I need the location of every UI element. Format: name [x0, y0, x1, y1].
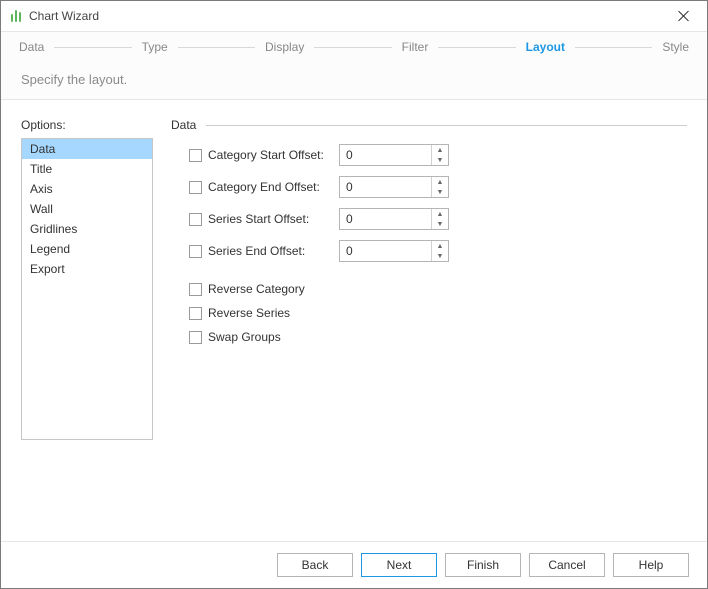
checkbox-label: Swap Groups: [208, 330, 281, 344]
checkbox-label: Series Start Offset:: [208, 212, 309, 226]
options-item-wall[interactable]: Wall: [22, 199, 152, 219]
cancel-button[interactable]: Cancel: [529, 553, 605, 577]
spinner-down-icon[interactable]: ▼: [432, 219, 448, 229]
checkbox-label: Reverse Category: [208, 282, 305, 296]
close-button[interactable]: [669, 4, 699, 28]
spinner-down-icon[interactable]: ▼: [432, 251, 448, 261]
step-connector: [575, 47, 652, 48]
spinner-down-icon[interactable]: ▼: [432, 155, 448, 165]
step-style[interactable]: Style: [662, 40, 689, 54]
step-filter[interactable]: Filter: [402, 40, 429, 54]
step-connector: [54, 47, 131, 48]
wizard-subtitle: Specify the layout.: [1, 62, 707, 100]
spinner-up-icon[interactable]: ▲: [432, 145, 448, 155]
checkbox-icon: [189, 213, 202, 226]
step-display[interactable]: Display: [265, 40, 304, 54]
spinner-arrows: ▲ ▼: [431, 241, 448, 261]
spinner-series-end-offset[interactable]: 0 ▲ ▼: [339, 240, 449, 262]
spinner-up-icon[interactable]: ▲: [432, 177, 448, 187]
spinner-value[interactable]: 0: [340, 241, 431, 261]
options-item-axis[interactable]: Axis: [22, 179, 152, 199]
step-type[interactable]: Type: [142, 40, 168, 54]
row-category-start-offset: Category Start Offset: 0 ▲ ▼: [189, 144, 687, 166]
checkbox-icon: [189, 307, 202, 320]
checkbox-icon: [189, 245, 202, 258]
checkbox-reverse-series[interactable]: Reverse Series: [189, 306, 339, 320]
checkbox-category-end-offset[interactable]: Category End Offset:: [189, 180, 339, 194]
spinner-value[interactable]: 0: [340, 145, 431, 165]
spinner-category-start-offset[interactable]: 0 ▲ ▼: [339, 144, 449, 166]
group-title: Data: [171, 118, 196, 132]
wizard-footer: Back Next Finish Cancel Help: [1, 541, 707, 588]
spinner-arrows: ▲ ▼: [431, 177, 448, 197]
step-connector: [178, 47, 255, 48]
close-icon: [678, 10, 690, 22]
spinner-category-end-offset[interactable]: 0 ▲ ▼: [339, 176, 449, 198]
finish-button[interactable]: Finish: [445, 553, 521, 577]
spinner-arrows: ▲ ▼: [431, 209, 448, 229]
spinner-series-start-offset[interactable]: 0 ▲ ▼: [339, 208, 449, 230]
app-icon: [11, 10, 21, 22]
options-item-title[interactable]: Title: [22, 159, 152, 179]
spinner-value[interactable]: 0: [340, 209, 431, 229]
step-layout[interactable]: Layout: [526, 40, 565, 54]
options-item-gridlines[interactable]: Gridlines: [22, 219, 152, 239]
group-header: Data: [171, 118, 687, 132]
checkbox-label: Reverse Series: [208, 306, 290, 320]
back-button[interactable]: Back: [277, 553, 353, 577]
titlebar: Chart Wizard: [1, 1, 707, 32]
options-list[interactable]: Data Title Axis Wall Gridlines Legend Ex…: [21, 138, 153, 440]
checkbox-icon: [189, 283, 202, 296]
spinner-arrows: ▲ ▼: [431, 145, 448, 165]
options-column: Options: Data Title Axis Wall Gridlines …: [21, 118, 153, 541]
checkbox-label: Category End Offset:: [208, 180, 320, 194]
row-category-end-offset: Category End Offset: 0 ▲ ▼: [189, 176, 687, 198]
help-button[interactable]: Help: [613, 553, 689, 577]
spinner-down-icon[interactable]: ▼: [432, 187, 448, 197]
checkbox-reverse-category[interactable]: Reverse Category: [189, 282, 339, 296]
checkbox-series-start-offset[interactable]: Series Start Offset:: [189, 212, 339, 226]
checkbox-swap-groups[interactable]: Swap Groups: [189, 330, 339, 344]
checkbox-icon: [189, 331, 202, 344]
step-data[interactable]: Data: [19, 40, 44, 54]
spinner-value[interactable]: 0: [340, 177, 431, 197]
row-reverse-category: Reverse Category: [189, 282, 687, 296]
row-reverse-series: Reverse Series: [189, 306, 687, 320]
checkbox-icon: [189, 181, 202, 194]
next-button[interactable]: Next: [361, 553, 437, 577]
wizard-body: Options: Data Title Axis Wall Gridlines …: [1, 100, 707, 541]
checkbox-icon: [189, 149, 202, 162]
options-item-export[interactable]: Export: [22, 259, 152, 279]
options-item-legend[interactable]: Legend: [22, 239, 152, 259]
checkbox-category-start-offset[interactable]: Category Start Offset:: [189, 148, 339, 162]
step-connector: [438, 47, 515, 48]
options-label: Options:: [21, 118, 153, 132]
options-item-data[interactable]: Data: [22, 139, 152, 159]
row-series-start-offset: Series Start Offset: 0 ▲ ▼: [189, 208, 687, 230]
window-title: Chart Wizard: [29, 9, 669, 23]
chart-wizard-window: Chart Wizard Data Type Display Filter La…: [0, 0, 708, 589]
checkbox-label: Category Start Offset:: [208, 148, 324, 162]
checkbox-label: Series End Offset:: [208, 244, 305, 258]
form-column: Data Category Start Offset: 0 ▲ ▼: [171, 118, 687, 541]
spinner-up-icon[interactable]: ▲: [432, 209, 448, 219]
wizard-steps: Data Type Display Filter Layout Style: [1, 32, 707, 62]
spinner-up-icon[interactable]: ▲: [432, 241, 448, 251]
group-divider: [206, 125, 687, 126]
form-rows: Category Start Offset: 0 ▲ ▼ Category En…: [171, 144, 687, 344]
row-swap-groups: Swap Groups: [189, 330, 687, 344]
checkbox-series-end-offset[interactable]: Series End Offset:: [189, 244, 339, 258]
step-connector: [314, 47, 391, 48]
row-series-end-offset: Series End Offset: 0 ▲ ▼: [189, 240, 687, 262]
